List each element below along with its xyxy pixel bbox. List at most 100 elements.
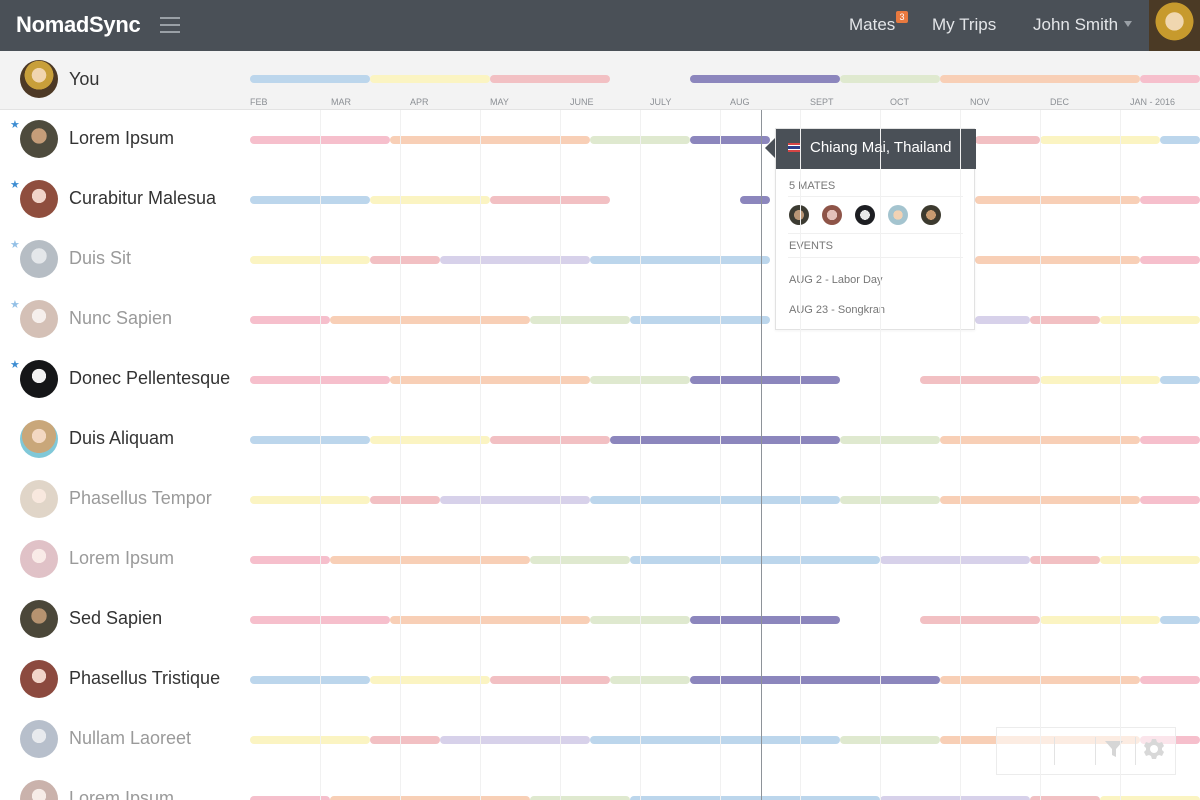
mate-avatar[interactable] — [20, 360, 58, 398]
mate-avatar[interactable] — [20, 540, 58, 578]
trip-bar[interactable] — [590, 256, 770, 264]
nav-my-trips-link[interactable]: My Trips — [932, 15, 996, 35]
mate-row[interactable]: ★ Lorem Ipsum — [0, 120, 1200, 180]
star-icon[interactable]: ★ — [10, 300, 20, 311]
mate-row[interactable]: ★ Nunc Sapien — [0, 300, 1200, 360]
trip-bar[interactable] — [370, 736, 440, 744]
mate-avatar[interactable] — [20, 600, 58, 638]
mate-avatar[interactable] — [888, 205, 908, 225]
trip-bar[interactable] — [840, 75, 940, 83]
trip-bar[interactable] — [1100, 556, 1200, 564]
trip-bar[interactable] — [690, 376, 840, 384]
mate-row[interactable]: Lorem Ipsum — [0, 540, 1200, 600]
trip-bar[interactable] — [250, 196, 370, 204]
trip-bar[interactable] — [440, 736, 590, 744]
trip-bar[interactable] — [250, 256, 370, 264]
trip-bar[interactable] — [975, 316, 1030, 324]
star-icon[interactable]: ★ — [10, 180, 20, 191]
mate-name[interactable]: Lorem Ipsum — [69, 548, 174, 569]
trip-popover[interactable]: Chiang Mai, Thailand 5 MATES EVENTS AUG … — [775, 128, 976, 330]
trip-bar[interactable] — [1160, 136, 1200, 144]
nav-mates-link[interactable]: Mates — [849, 15, 895, 35]
trip-bar[interactable] — [1100, 316, 1200, 324]
trip-bar[interactable] — [1160, 376, 1200, 384]
trip-bar[interactable] — [690, 75, 840, 83]
mate-avatar[interactable] — [20, 300, 58, 338]
trip-bar[interactable] — [330, 316, 530, 324]
mate-name[interactable]: Phasellus Tristique — [69, 668, 220, 689]
trip-bar[interactable] — [1100, 796, 1200, 800]
trip-bar[interactable] — [1160, 616, 1200, 624]
trip-bar[interactable] — [590, 736, 840, 744]
star-icon[interactable]: ★ — [10, 120, 20, 131]
trip-bar[interactable] — [370, 436, 490, 444]
trip-bar[interactable] — [880, 556, 1030, 564]
trip-bar[interactable] — [250, 75, 370, 83]
trip-bar[interactable] — [1140, 436, 1200, 444]
trip-bar[interactable] — [1140, 496, 1200, 504]
trip-bar[interactable] — [610, 676, 690, 684]
trip-bar[interactable] — [630, 316, 770, 324]
trip-bar[interactable] — [880, 796, 1030, 800]
trip-bar[interactable] — [490, 676, 610, 684]
mate-row[interactable]: Phasellus Tempor — [0, 480, 1200, 540]
trip-bar[interactable] — [370, 256, 440, 264]
trip-bar[interactable] — [1040, 376, 1160, 384]
trip-bar[interactable] — [330, 796, 530, 800]
gear-icon[interactable] — [1143, 738, 1165, 760]
trip-bar[interactable] — [330, 556, 530, 564]
trip-bar[interactable] — [490, 196, 610, 204]
trip-bar[interactable] — [975, 196, 1140, 204]
mate-name[interactable]: Nullam Laoreet — [69, 728, 191, 749]
mate-row[interactable]: Duis Aliquam — [0, 420, 1200, 480]
trip-bar[interactable] — [530, 556, 630, 564]
mate-name[interactable]: Phasellus Tempor — [69, 488, 212, 509]
app-logo[interactable]: NomadSync — [16, 12, 141, 38]
trip-bar[interactable] — [630, 796, 880, 800]
trip-bar[interactable] — [250, 496, 370, 504]
trip-bar[interactable] — [740, 196, 770, 204]
mate-avatar[interactable] — [20, 780, 58, 800]
mate-avatar[interactable] — [20, 720, 58, 758]
trip-bar[interactable] — [250, 316, 330, 324]
trip-bar[interactable] — [1140, 676, 1200, 684]
trip-bar[interactable] — [920, 376, 1040, 384]
mate-avatar[interactable] — [789, 205, 809, 225]
mate-name[interactable]: Donec Pellentesque — [69, 368, 230, 389]
trip-bar[interactable] — [250, 676, 370, 684]
trip-bar[interactable] — [370, 676, 490, 684]
trip-bar[interactable] — [250, 556, 330, 564]
trip-bar[interactable] — [975, 256, 1140, 264]
mate-name[interactable]: Curabitur Malesua — [69, 188, 216, 209]
mate-avatar[interactable] — [822, 205, 842, 225]
trip-bar[interactable] — [250, 436, 370, 444]
user-avatar[interactable] — [1149, 0, 1200, 51]
trip-bar[interactable] — [690, 676, 940, 684]
trip-bar[interactable] — [610, 436, 840, 444]
trip-bar[interactable] — [1040, 616, 1160, 624]
trip-bar[interactable] — [940, 75, 1140, 83]
trip-bar[interactable] — [370, 75, 490, 83]
trip-bar[interactable] — [840, 436, 940, 444]
mate-row[interactable]: Lorem Ipsum — [0, 780, 1200, 800]
trip-bar[interactable] — [530, 316, 630, 324]
chevron-down-icon[interactable] — [1124, 21, 1132, 27]
mate-avatar[interactable] — [20, 240, 58, 278]
trip-bar[interactable] — [440, 256, 590, 264]
trip-bar[interactable] — [250, 736, 370, 744]
trip-bar[interactable] — [920, 616, 1040, 624]
mate-name[interactable]: Duis Sit — [69, 248, 131, 269]
trip-bar[interactable] — [1140, 256, 1200, 264]
trip-bar[interactable] — [440, 496, 590, 504]
mate-name[interactable]: Sed Sapien — [69, 608, 162, 629]
filter-icon[interactable] — [1103, 739, 1125, 759]
trip-bar[interactable] — [1140, 196, 1200, 204]
mate-row[interactable]: ★ Donec Pellentesque — [0, 360, 1200, 420]
user-menu[interactable]: John Smith — [1033, 15, 1118, 35]
hamburger-icon[interactable] — [160, 17, 180, 33]
mate-name[interactable]: Lorem Ipsum — [69, 128, 174, 149]
trip-bar[interactable] — [490, 75, 610, 83]
mate-row[interactable]: ★ Duis Sit — [0, 240, 1200, 300]
mate-avatar[interactable] — [20, 120, 58, 158]
trip-bar[interactable] — [630, 556, 880, 564]
